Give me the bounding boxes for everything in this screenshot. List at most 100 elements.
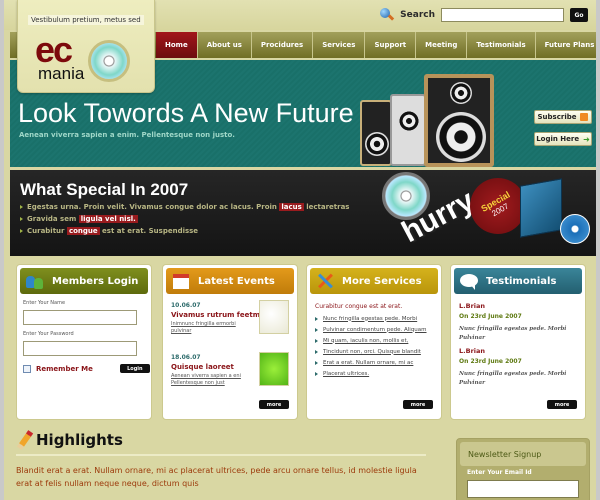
pencil-icon [16, 430, 34, 450]
email-label: Enter Your Email Id [467, 469, 532, 476]
service-item[interactable]: Nunc fringilla egestas pede. Morbi [315, 313, 441, 324]
service-item[interactable]: Pulvinar condimentum pede. Aliquam [315, 324, 441, 335]
nav-item-future-plans[interactable]: Future Plans [536, 32, 596, 58]
service-item[interactable]: Placerat ultrices. [315, 368, 441, 379]
logo-ec-text: ec [35, 29, 73, 70]
members-login-header: Members Login [20, 268, 148, 294]
name-input[interactable] [23, 310, 137, 325]
users-icon [26, 272, 44, 290]
more-services-header: More Services [310, 268, 438, 294]
special-title: What Special In 2007 [20, 180, 189, 199]
testimonials-box: Testimonials L.Brian On 23rd June 2007 N… [450, 264, 586, 420]
bullet-icon [20, 229, 23, 233]
calendar-icon [172, 272, 190, 290]
search-area: Search Go [380, 8, 588, 22]
search-input[interactable] [441, 8, 564, 22]
login-here-label: Login Here [536, 135, 580, 143]
password-input[interactable] [23, 341, 137, 356]
page: Search Go Home About us Procidures Servi… [4, 0, 596, 500]
testimonials-more-button[interactable]: more [547, 400, 577, 409]
highlights-title: Highlights [36, 431, 123, 449]
go-button[interactable]: Go [570, 8, 588, 22]
service-item[interactable]: Mi quam, iaculis non, mollis et, [315, 335, 441, 346]
logo[interactable]: Vestibulum pretium, metus sed ec mania [17, 0, 155, 93]
special-item: Gravida sem ligula vel nisl. [20, 215, 349, 223]
nav-item-support[interactable]: Support [365, 32, 417, 58]
bullet-icon [20, 217, 23, 221]
events-more-button[interactable]: more [259, 400, 289, 409]
nav-item-testimonials[interactable]: Testimonials [467, 32, 536, 58]
tools-icon [316, 272, 334, 290]
event-item[interactable]: 18.06.07 Quisque laoreet Aenean viverra … [171, 352, 297, 398]
tagline: Vestibulum pretium, metus sed [28, 15, 144, 25]
remember-label: Remember Me [36, 364, 93, 373]
software-box-icon [520, 178, 562, 238]
speakers-image [360, 68, 530, 167]
event-item[interactable]: 10.06.07 Vivamus rutrum feetm Inimnunc f… [171, 300, 297, 346]
nav-item-about[interactable]: About us [198, 32, 252, 58]
subscribe-label: Subscribe [537, 113, 577, 121]
login-button[interactable]: Login [119, 364, 150, 373]
logo-mania-text: mania [38, 64, 85, 83]
highlights-header: Highlights [16, 430, 426, 456]
members-login-title: Members Login [52, 275, 139, 287]
graphics-cd-icon [560, 214, 590, 244]
members-login-box: Members Login Enter Your Name Enter Your… [16, 264, 152, 420]
speech-bubble-icon [460, 272, 478, 290]
testimonial-date: On 23rd June 2007 [459, 313, 522, 320]
email-input[interactable] [467, 480, 579, 498]
service-item[interactable]: Erat a erat. Nullam ornare, mi ac [315, 357, 441, 368]
testimonial-item: L.Brian On 23rd June 2007 Nunc fringilla… [459, 347, 585, 388]
special-item: Egestas urna. Proin velit. Vivamus congu… [20, 203, 349, 211]
nav-item-meeting[interactable]: Meeting [416, 32, 468, 58]
testimonials-header: Testimonials [454, 268, 582, 294]
newsletter-box: Newsletter Signup Enter Your Email Id [456, 438, 590, 500]
highlight-badge: lacus [279, 203, 304, 211]
testimonials-title: Testimonials [486, 275, 557, 287]
name-label: Enter Your Name [23, 300, 66, 306]
testimonial-text: Nunc fringilla egestas pede. Morbi Pulvi… [459, 371, 567, 386]
arrow-right-icon: ➜ [583, 134, 590, 144]
special-item: Curabitur congue est at erat. Suspendiss… [20, 227, 349, 235]
testimonial-item: L.Brian On 23rd June 2007 Nunc fringilla… [459, 302, 585, 343]
subscribe-button[interactable]: Subscribe [534, 110, 592, 124]
special-list: Egestas urna. Proin velit. Vivamus congu… [20, 203, 349, 239]
latest-events-title: Latest Events [198, 275, 275, 287]
password-label: Enter Your Password [23, 331, 74, 337]
hero-title: Look Towords A New Future [18, 98, 354, 128]
testimonial-name: L.Brian [459, 347, 486, 355]
service-item[interactable]: Tincidunt non, orci. Quisque blandit [315, 346, 441, 357]
services-more-button[interactable]: more [403, 400, 433, 409]
event-desc[interactable]: Inimnunc fringilla ermorbi pulvinar [171, 321, 249, 335]
nav-item-home[interactable]: Home [156, 32, 198, 58]
newsletter-title: Newsletter Signup [460, 442, 586, 466]
highlight-badge: congue [66, 227, 100, 235]
testimonial-name: L.Brian [459, 302, 486, 310]
remember-row: Remember Me Login [23, 364, 151, 373]
main-nav: Home About us Procidures Services Suppor… [156, 32, 596, 58]
remember-checkbox[interactable] [23, 364, 31, 373]
bullet-icon [20, 205, 23, 209]
search-icon [380, 8, 395, 22]
event-thumbnail[interactable] [259, 352, 289, 386]
nav-item-services[interactable]: Services [313, 32, 366, 58]
promo-graphic[interactable]: hurry Special 2007 [380, 167, 596, 256]
highlights-section: Highlights Blandit erat a erat. Nullam o… [16, 430, 426, 490]
testimonial-text: Nunc fringilla egestas pede. Morbi Pulvi… [459, 326, 567, 341]
special-section: What Special In 2007 Egestas urna. Proin… [10, 167, 596, 256]
more-services-title: More Services [342, 275, 422, 287]
testimonial-date: On 23rd June 2007 [459, 358, 522, 365]
highlights-text: Blandit erat a erat. Nullam ornare, mi a… [16, 466, 417, 488]
search-label: Search [400, 10, 435, 20]
nav-item-procidures[interactable]: Procidures [252, 32, 314, 58]
login-here-button[interactable]: Login Here ➜ [534, 132, 592, 146]
event-thumbnail[interactable] [259, 300, 289, 334]
more-services-box: More Services Curabitur congue est at er… [306, 264, 442, 420]
cd-icon [88, 40, 130, 82]
latest-events-box: Latest Events 10.06.07 Vivamus rutrum fe… [162, 264, 298, 420]
event-desc[interactable]: Aenean viverra sapien a eni Pellentesque… [171, 373, 249, 387]
services-list: Nunc fringilla egestas pede. Morbi Pulvi… [315, 313, 441, 379]
latest-events-header: Latest Events [166, 268, 294, 294]
services-intro: Curabitur congue est at erat. [315, 303, 403, 310]
hero-subtitle: Aenean viverra sapien a enim. Pellentesq… [19, 131, 235, 139]
